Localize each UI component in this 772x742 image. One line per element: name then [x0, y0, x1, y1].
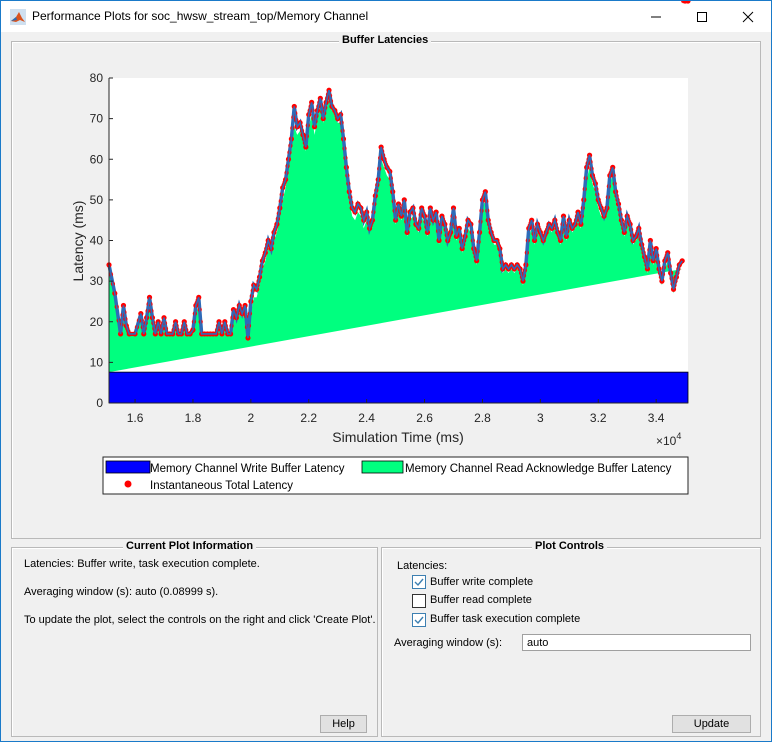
buffer-read-complete-label[interactable]: Buffer read complete: [430, 594, 532, 606]
y-tick-label: 20: [90, 315, 104, 329]
x-tick-label: 1.6: [127, 411, 144, 425]
latencies-label: Latencies:: [397, 560, 448, 572]
info-averaging-text: Averaging window (s): auto (0.08999 s).: [24, 586, 219, 598]
update-button[interactable]: Update: [672, 715, 751, 733]
x-tick-label: 2.6: [416, 411, 433, 425]
y-tick-label: 80: [90, 71, 104, 85]
info-panel-title: Current Plot Information: [123, 540, 257, 552]
x-tick-label: 3.2: [590, 411, 607, 425]
legend-marker-total: [124, 480, 132, 488]
legend-swatch-read-ack: [361, 460, 404, 474]
y-tick-label: 30: [90, 274, 104, 288]
y-tick-label: 10: [90, 355, 104, 369]
legend-swatch-write: [105, 460, 151, 474]
latency-chart: 0 10 20 30 40 50 60 70 80 1.6 1.8 2 2.2 2.4 2.6 2.8 3 3.…: [70, 1, 691, 495]
legend-label-read-ack: Memory Channel Read Acknowledge Buffer L…: [405, 463, 672, 475]
x-tick-label: 2.4: [358, 411, 375, 425]
y-tick-label: 60: [90, 152, 104, 166]
info-update-hint-text: To update the plot, select the controls …: [24, 614, 376, 626]
x-exponent-label: ×104: [656, 431, 681, 448]
buffer-read-complete-checkbox[interactable]: [412, 594, 426, 608]
averaging-window-input[interactable]: auto: [522, 634, 751, 651]
legend-label-total: Instantaneous Total Latency: [150, 480, 293, 492]
help-button[interactable]: Help: [320, 715, 367, 733]
x-tick-label: 2: [248, 411, 255, 425]
buffer-task-execution-complete-checkbox[interactable]: [412, 613, 426, 627]
buffer-task-execution-complete-label[interactable]: Buffer task execution complete: [430, 613, 580, 625]
controls-panel-title: Plot Controls: [532, 540, 608, 552]
buffer-write-complete-checkbox[interactable]: [412, 575, 426, 589]
x-tick-label: 1.8: [185, 411, 202, 425]
y-axis-label: Latency (ms): [70, 201, 86, 282]
legend-label-write: Memory Channel Write Buffer Latency: [150, 463, 345, 475]
y-tick-label: 40: [90, 234, 104, 248]
x-tick-label: 2.2: [300, 411, 317, 425]
info-latencies-text: Latencies: Buffer write, task execution …: [24, 558, 260, 570]
checkmark-icon: [414, 616, 424, 625]
y-tick-label: 70: [90, 112, 104, 126]
buffer-write-complete-label[interactable]: Buffer write complete: [430, 576, 533, 588]
x-axis-label: Simulation Time (ms): [332, 429, 463, 445]
current-plot-info-panel: Current Plot Information Latencies: Buff…: [11, 540, 378, 737]
performance-plots-window: Performance Plots for soc_hwsw_stream_to…: [0, 0, 772, 742]
plot-controls-panel: Plot Controls Latencies: Buffer write co…: [381, 540, 761, 737]
x-tick-label: 3.4: [648, 411, 665, 425]
write-latency-area: [108, 371, 689, 404]
x-tick-label: 2.8: [474, 411, 491, 425]
y-tick-label: 0: [96, 396, 103, 410]
y-tick-label: 50: [90, 193, 104, 207]
checkmark-icon: [414, 578, 424, 587]
averaging-window-label: Averaging window (s):: [394, 637, 503, 649]
legend: Memory Channel Write Buffer Latency Memo…: [102, 456, 689, 495]
x-tick-label: 3: [537, 411, 544, 425]
